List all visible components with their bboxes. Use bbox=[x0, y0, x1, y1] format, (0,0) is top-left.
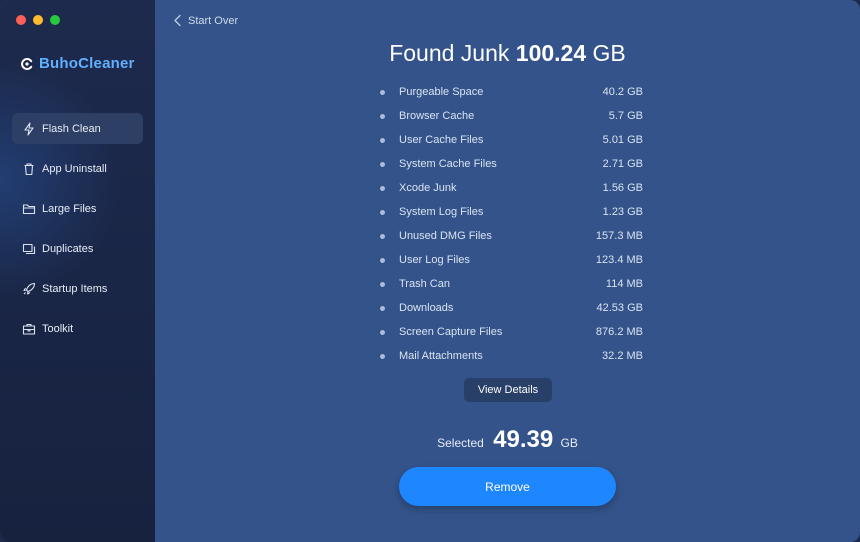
list-item: Xcode Junk 1.56 GB bbox=[378, 176, 643, 200]
item-name: System Log Files bbox=[399, 206, 484, 218]
bullet-icon bbox=[380, 305, 385, 311]
item-name: User Log Files bbox=[399, 254, 470, 266]
junk-list: Purgeable Space 40.2 GB Browser Cache 5.7 … bbox=[378, 80, 643, 368]
sidebar-item-flash-clean[interactable]: Flash Clean bbox=[12, 113, 143, 144]
bullet-icon bbox=[380, 329, 385, 335]
sidebar: BuhoCleaner Flash Clean App Uninstall La… bbox=[0, 0, 155, 542]
title-prefix: Found Junk bbox=[389, 40, 510, 66]
list-item: Unused DMG Files 157.3 MB bbox=[378, 224, 643, 248]
item-size: 157.3 MB bbox=[595, 230, 643, 242]
toolkit-icon bbox=[22, 323, 36, 335]
rocket-icon bbox=[23, 282, 36, 295]
item-size: 2.71 GB bbox=[602, 158, 643, 170]
bullet-icon bbox=[380, 113, 385, 119]
close-window-button[interactable] bbox=[16, 15, 26, 25]
page-title: Found Junk 100.24 GB bbox=[155, 40, 860, 67]
list-item: Trash Can 114 MB bbox=[378, 272, 643, 296]
window-controls bbox=[16, 15, 60, 25]
item-name: Downloads bbox=[399, 302, 454, 314]
item-size: 40.2 GB bbox=[602, 86, 643, 98]
bullet-icon bbox=[380, 281, 385, 287]
sidebar-item-label: Startup Items bbox=[42, 282, 108, 295]
bullet-icon bbox=[380, 89, 385, 95]
main-panel: Start Over Found Junk 100.24 GB Purgeabl… bbox=[155, 0, 860, 542]
item-name: Purgeable Space bbox=[399, 86, 484, 98]
bullet-icon bbox=[380, 185, 385, 191]
item-size: 123.4 MB bbox=[595, 254, 643, 266]
item-size: 5.7 GB bbox=[608, 110, 643, 122]
bullet-icon bbox=[380, 161, 385, 167]
item-name: Xcode Junk bbox=[399, 182, 457, 194]
item-size: 114 MB bbox=[605, 278, 643, 290]
sidebar-item-large-files[interactable]: Large Files bbox=[12, 193, 143, 224]
remove-button[interactable]: Remove bbox=[399, 467, 616, 506]
bullet-icon bbox=[380, 209, 385, 215]
bullet-icon bbox=[380, 233, 385, 239]
list-item: Screen Capture Files 876.2 MB bbox=[378, 320, 643, 344]
item-size: 1.23 GB bbox=[602, 206, 643, 218]
brand-logo: BuhoCleaner bbox=[21, 55, 135, 72]
item-name: User Cache Files bbox=[399, 134, 484, 146]
selected-unit: GB bbox=[560, 436, 578, 450]
sidebar-item-label: Toolkit bbox=[42, 322, 74, 335]
item-name: Trash Can bbox=[399, 278, 450, 290]
sidebar-item-startup-items[interactable]: Startup Items bbox=[12, 273, 143, 304]
item-size: 32.2 MB bbox=[602, 350, 643, 362]
view-details-button[interactable]: View Details bbox=[464, 378, 552, 402]
total-junk-unit: GB bbox=[592, 40, 626, 66]
selected-summary: Selected 49.39 GB bbox=[155, 426, 860, 454]
buho-logo-icon bbox=[21, 57, 33, 70]
list-item: User Log Files 123.4 MB bbox=[378, 248, 643, 272]
list-item: Downloads 42.53 GB bbox=[378, 296, 643, 320]
brand-name: BuhoCleaner bbox=[39, 55, 135, 72]
zoom-window-button[interactable] bbox=[50, 15, 60, 25]
trash-icon bbox=[24, 162, 34, 175]
item-name: Mail Attachments bbox=[399, 350, 483, 362]
item-size: 42.53 GB bbox=[596, 302, 643, 314]
sidebar-item-app-uninstall[interactable]: App Uninstall bbox=[12, 153, 143, 184]
bullet-icon bbox=[380, 353, 385, 359]
bullet-icon bbox=[380, 257, 385, 263]
sidebar-item-label: Flash Clean bbox=[42, 122, 101, 135]
start-over-button[interactable]: Start Over bbox=[173, 14, 238, 27]
item-size: 5.01 GB bbox=[602, 134, 643, 146]
list-item: System Cache Files 2.71 GB bbox=[378, 152, 643, 176]
total-junk-value: 100.24 bbox=[515, 40, 587, 66]
sidebar-item-label: App Uninstall bbox=[42, 162, 107, 175]
sidebar-item-duplicates[interactable]: Duplicates bbox=[12, 233, 143, 264]
lightning-icon bbox=[24, 121, 34, 136]
selected-label: Selected bbox=[437, 436, 484, 450]
start-over-label: Start Over bbox=[188, 14, 239, 27]
list-item: Mail Attachments 32.2 MB bbox=[378, 344, 643, 368]
item-name: Screen Capture Files bbox=[399, 326, 503, 338]
app-window: BuhoCleaner Flash Clean App Uninstall La… bbox=[0, 0, 860, 542]
item-name: System Cache Files bbox=[399, 158, 497, 170]
duplicates-icon bbox=[22, 243, 36, 254]
bullet-icon bbox=[380, 137, 385, 143]
sidebar-item-label: Large Files bbox=[42, 202, 97, 215]
item-size: 876.2 MB bbox=[595, 326, 643, 338]
sidebar-nav: Flash Clean App Uninstall Large Files Du… bbox=[12, 113, 143, 353]
sidebar-item-label: Duplicates bbox=[42, 242, 94, 255]
list-item: User Cache Files 5.01 GB bbox=[378, 128, 643, 152]
list-item: System Log Files 1.23 GB bbox=[378, 200, 643, 224]
item-name: Browser Cache bbox=[399, 110, 475, 122]
minimize-window-button[interactable] bbox=[33, 15, 43, 25]
selected-value: 49.39 bbox=[493, 426, 554, 453]
chevron-left-icon bbox=[174, 14, 181, 27]
item-name: Unused DMG Files bbox=[399, 230, 492, 242]
folder-icon bbox=[22, 203, 36, 214]
sidebar-item-toolkit[interactable]: Toolkit bbox=[12, 313, 143, 344]
list-item: Browser Cache 5.7 GB bbox=[378, 104, 643, 128]
item-size: 1.56 GB bbox=[602, 182, 643, 194]
list-item: Purgeable Space 40.2 GB bbox=[378, 80, 643, 104]
